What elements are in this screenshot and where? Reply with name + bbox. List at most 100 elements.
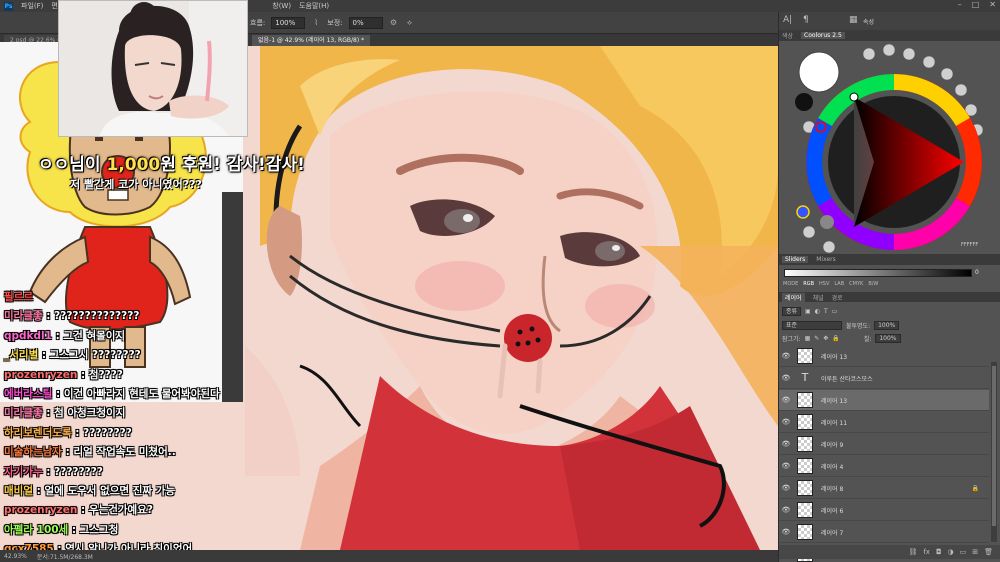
- layer-name[interactable]: 레이어 4: [821, 462, 843, 471]
- symmetry-icon[interactable]: ⟡: [405, 18, 415, 28]
- layer-row[interactable]: 👁 레이어 7: [779, 522, 989, 543]
- layer-row[interactable]: 👁 레이어 4: [779, 456, 989, 477]
- gear-icon[interactable]: ⚙: [389, 18, 399, 28]
- text-layer-icon: T: [801, 371, 809, 384]
- eye-icon[interactable]: 👁: [779, 462, 793, 470]
- eye-icon[interactable]: 👁: [779, 484, 793, 492]
- sliders-panel: 0 MODE RGB HSV LAB CMYK B/W: [779, 266, 1000, 292]
- mode-rgb[interactable]: RGB: [803, 281, 814, 287]
- zoom-level[interactable]: 42.93%: [4, 553, 27, 560]
- layer-scrollbar[interactable]: [991, 362, 997, 542]
- chat-line: 하리보렌더도록 : ????????: [4, 424, 254, 443]
- fill-input[interactable]: 100%: [875, 333, 901, 343]
- eye-icon[interactable]: 👁: [779, 528, 793, 536]
- trash-icon[interactable]: 🗑: [984, 548, 993, 556]
- mode-cmyk[interactable]: CMYK: [849, 281, 863, 287]
- mode-lab[interactable]: LAB: [834, 281, 844, 287]
- layer-scrollbar-thumb[interactable]: [992, 366, 996, 526]
- layer-row[interactable]: 👁 T 이루튼 산타코스모스: [779, 368, 989, 389]
- tab-mixers[interactable]: Mixers: [816, 256, 836, 263]
- tab-sliders[interactable]: Sliders: [782, 256, 809, 263]
- opacity-label: 불투명도:: [846, 322, 871, 330]
- image-filter-icon[interactable]: ▣: [805, 308, 811, 315]
- flow-input[interactable]: 100%: [271, 16, 306, 29]
- layer-name[interactable]: 레이어 8: [821, 484, 843, 493]
- tab-channels[interactable]: 채널: [813, 293, 824, 302]
- layers-panel: 종류 ▣ ◐ T ▭ 표준 불투명도: 100% 잠그기: ▦ ✎ ✥ 🔒 칠:…: [779, 302, 1000, 562]
- folder-icon[interactable]: ▭: [960, 548, 967, 556]
- layer-row[interactable]: 👁 레이어 13: [779, 390, 989, 411]
- tab-document-2[interactable]: 없음-1 @ 42.9% (레이어 13, RGB/8) *: [252, 35, 371, 46]
- photoshop-logo-icon: Ps: [4, 1, 13, 11]
- minimize-icon[interactable]: –: [958, 0, 962, 9]
- layer-row[interactable]: 👁 레이어 9: [779, 434, 989, 455]
- chat-nick: _서리별: [4, 349, 39, 362]
- right-panels: A| ¶ ▦ 속성 색상 Coolorus 2.5 FFFFFF Sliders…: [778, 12, 1000, 562]
- airbrush-icon[interactable]: ⌇: [311, 18, 321, 28]
- mode-hsv[interactable]: HSV: [819, 281, 829, 287]
- chat-message: : 얼에 도우서 없으면 진짜 가능: [32, 484, 176, 497]
- layer-thumbnail: [797, 502, 813, 518]
- close-icon[interactable]: ✕: [989, 0, 996, 9]
- blend-mode-select[interactable]: 표준: [782, 320, 842, 330]
- layer-name[interactable]: 이루튼 산타코스모스: [821, 374, 873, 383]
- opacity-input[interactable]: 100%: [874, 320, 900, 330]
- link-icon[interactable]: ⛓: [908, 548, 917, 556]
- menu-window[interactable]: 창(W): [272, 1, 291, 11]
- paragraph-icon[interactable]: ¶: [803, 15, 809, 25]
- properties-tab[interactable]: 속성: [863, 17, 874, 26]
- donation-amount: 1,000: [106, 155, 161, 175]
- menu-help[interactable]: 도움말(H): [299, 1, 329, 11]
- chat-line: prozenryzen : 우는건가예요?: [4, 501, 254, 520]
- layer-name[interactable]: 레이어 11: [821, 418, 847, 427]
- layer-name[interactable]: 레이어 7: [821, 528, 843, 537]
- eye-icon[interactable]: 👁: [779, 506, 793, 514]
- coolorus-color-wheel[interactable]: FFFFFF: [779, 42, 1000, 258]
- eye-icon[interactable]: 👁: [779, 418, 793, 426]
- layer-row[interactable]: 👁 레이어 8 🔒: [779, 478, 989, 499]
- layer-name[interactable]: 레이어 13: [821, 352, 847, 361]
- mask-icon[interactable]: ◘: [936, 548, 942, 556]
- layer-name[interactable]: 레이어 9: [821, 440, 843, 449]
- lock-label: 잠그기:: [782, 335, 801, 343]
- chat-nick: 미라클좋: [4, 310, 43, 323]
- chat-nick: 매비얼: [4, 484, 33, 497]
- shape-filter-icon[interactable]: ▭: [832, 308, 838, 315]
- tab-paths[interactable]: 경로: [832, 293, 843, 302]
- lock-brush-icon[interactable]: ✎: [814, 335, 819, 342]
- status-bar: 42.93% 문서:71.5M/268.3M: [0, 550, 778, 562]
- character-icon[interactable]: A|: [783, 15, 792, 25]
- brightness-slider[interactable]: [784, 269, 972, 277]
- eye-icon[interactable]: 👁: [779, 374, 793, 382]
- layer-kind-filter[interactable]: 종류: [782, 306, 802, 316]
- layer-row[interactable]: 👁 레이어 13: [779, 346, 989, 367]
- menu-file[interactable]: 파일(F): [21, 1, 43, 11]
- properties-icon[interactable]: ▦: [849, 15, 858, 25]
- adjustment-icon[interactable]: ◑: [948, 548, 954, 556]
- layer-thumbnail: [797, 348, 813, 364]
- fx-icon[interactable]: fx: [923, 548, 930, 556]
- layer-name[interactable]: 레이어 13: [821, 396, 847, 405]
- layer-row[interactable]: 👁 레이어 6: [779, 500, 989, 521]
- layer-name[interactable]: 레이어 6: [821, 506, 843, 515]
- tab-color[interactable]: 색상: [782, 31, 793, 40]
- smoothing-input[interactable]: 0%: [348, 16, 383, 29]
- maximize-icon[interactable]: □: [972, 0, 980, 9]
- tab-coolorus[interactable]: Coolorus 2.5: [801, 32, 845, 39]
- eye-icon[interactable]: 👁: [779, 352, 793, 360]
- layer-row[interactable]: 👁 레이어 11: [779, 412, 989, 433]
- lock-transparent-icon[interactable]: ▦: [805, 335, 811, 342]
- adjust-filter-icon[interactable]: ◐: [815, 308, 820, 315]
- slider-value[interactable]: 0: [975, 269, 979, 276]
- mode-bw[interactable]: B/W: [868, 281, 878, 287]
- tab-layers[interactable]: 레이어: [782, 293, 805, 302]
- lock-move-icon[interactable]: ✥: [823, 335, 828, 342]
- hex-value[interactable]: FFFFFF: [961, 242, 978, 248]
- text-filter-icon[interactable]: T: [824, 308, 828, 315]
- chat-nick: 아펠라 100세: [4, 523, 69, 536]
- new-layer-icon[interactable]: ⊞: [972, 548, 978, 556]
- lock-all-icon[interactable]: 🔒: [832, 335, 839, 342]
- eye-icon[interactable]: 👁: [779, 396, 793, 404]
- eye-icon[interactable]: 👁: [779, 440, 793, 448]
- document-size: 문서:71.5M/268.3M: [36, 553, 93, 561]
